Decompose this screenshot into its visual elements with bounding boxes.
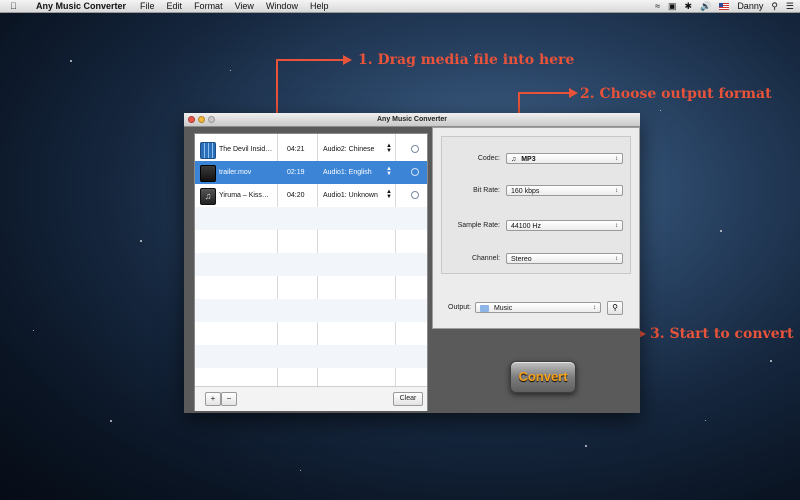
audio-track-select[interactable]: Audio1: Unknown — [323, 184, 385, 207]
list-icon[interactable]: ☰ — [786, 1, 794, 12]
file-radio[interactable] — [411, 168, 419, 176]
channel-value: Stereo — [511, 256, 532, 263]
file-duration: 02:19 — [287, 169, 305, 176]
menu-format[interactable]: Format — [194, 1, 223, 11]
menu-file[interactable]: File — [140, 1, 155, 11]
chevron-updown-icon: ↕ — [615, 256, 618, 262]
file-name: The Devil Insid… — [219, 146, 273, 153]
minimize-icon[interactable] — [198, 116, 205, 123]
chevron-updown-icon[interactable]: ▲ ▼ — [386, 189, 392, 200]
flag-icon[interactable] — [719, 2, 730, 10]
file-duration: 04:20 — [287, 192, 305, 199]
clear-button[interactable]: Clear — [393, 392, 423, 406]
annotation-step1-arrow-icon — [343, 55, 352, 65]
remove-file-button[interactable]: − — [221, 392, 237, 406]
annotation-step3: 3. Start to convert — [650, 326, 794, 342]
file-list-toolbar: + − Clear — [195, 386, 427, 411]
annotation-step2-arrow-icon — [569, 88, 578, 98]
bitrate-select[interactable]: 160 kbps ↕ — [506, 185, 623, 196]
apple-icon[interactable]:  — [10, 1, 22, 11]
chevron-updown-icon[interactable]: ▲ ▼ — [386, 166, 392, 177]
annotation-step1-line-horizontal — [276, 59, 344, 61]
mp3-icon: ♫ — [511, 156, 517, 163]
bluetooth-icon[interactable]: ✱ — [685, 1, 693, 12]
codec-select[interactable]: ♫ MP3 ↕ — [506, 153, 623, 164]
chevron-updown-icon: ↕ — [615, 223, 618, 229]
file-name: trailer.mov — [219, 169, 252, 176]
add-file-button[interactable]: + — [205, 392, 221, 406]
bitrate-value: 160 kbps — [511, 188, 540, 195]
file-radio[interactable] — [411, 145, 419, 153]
audio-track-select[interactable]: Audio2: Chinese — [323, 138, 385, 161]
menu-edit[interactable]: Edit — [167, 1, 183, 11]
convert-button[interactable]: Convert — [510, 361, 576, 393]
menu-app-name[interactable]: Any Music Converter — [36, 1, 126, 11]
movie-thumbnail-icon — [200, 165, 216, 182]
menu-extras: ≈ ▣ ✱ 🔊 Danny ⚲ ☰ — [655, 0, 794, 12]
zoom-icon[interactable] — [208, 116, 215, 123]
window-title: Any Music Converter — [376, 116, 448, 123]
spotlight-icon[interactable]: ⚲ — [771, 1, 778, 12]
file-row[interactable]: ♫ Yiruma – Kiss… 04:20 Audio1: Unknown ▲… — [195, 184, 427, 207]
menu-help[interactable]: Help — [310, 1, 329, 11]
menu-bar:  Any Music Converter File Edit Format V… — [0, 0, 800, 13]
chevron-updown-icon[interactable]: ▲ ▼ — [386, 143, 392, 154]
file-radio[interactable] — [411, 191, 419, 199]
movie-thumbnail-icon — [200, 142, 216, 159]
folder-icon — [480, 304, 489, 312]
channel-label: Channel: — [471, 255, 500, 262]
wifi-icon[interactable]: ≈ — [655, 1, 660, 11]
window-titlebar[interactable]: Any Music Converter — [184, 113, 640, 127]
chevron-updown-icon: ↕ — [593, 305, 596, 311]
output-label: Output: — [448, 304, 471, 311]
file-list[interactable]: The Devil Insid… 04:21 Audio2: Chinese ▲… — [194, 133, 428, 411]
output-value: Music — [493, 305, 513, 312]
file-row[interactable]: The Devil Insid… 04:21 Audio2: Chinese ▲… — [195, 138, 427, 161]
annotation-step1: 1. Drag media file into here — [358, 52, 575, 68]
file-name: Yiruma – Kiss… — [219, 192, 269, 199]
search-icon: ⚲ — [612, 303, 618, 312]
samplerate-value: 44100 Hz — [511, 223, 541, 230]
menu-window[interactable]: Window — [266, 1, 298, 11]
display-icon[interactable]: ▣ — [668, 1, 677, 12]
file-row[interactable]: trailer.mov 02:19 Audio1: English ▲ ▼ — [195, 161, 427, 184]
close-icon[interactable] — [188, 116, 195, 123]
browse-output-button[interactable]: ⚲ — [607, 301, 623, 315]
annotation-step2: 2. Choose output format — [580, 86, 772, 102]
volume-icon[interactable]: 🔊 — [700, 1, 711, 12]
file-duration: 04:21 — [287, 146, 305, 153]
codec-value: MP3 — [521, 156, 536, 163]
chevron-updown-icon: ↕ — [615, 156, 618, 162]
settings-panel: Codec: ♫ MP3 ↕ Bit Rate: 160 kbps ↕ Samp… — [432, 127, 640, 329]
samplerate-select[interactable]: 44100 Hz ↕ — [506, 220, 623, 231]
audio-track-select[interactable]: Audio1: English — [323, 161, 385, 184]
channel-select[interactable]: Stereo ↕ — [506, 253, 623, 264]
menu-view[interactable]: View — [235, 1, 254, 11]
user-name[interactable]: Danny — [737, 1, 763, 11]
music-note-icon: ♫ — [200, 188, 216, 205]
format-group: Codec: ♫ MP3 ↕ Bit Rate: 160 kbps ↕ Samp… — [441, 136, 631, 274]
annotation-step2-line-horizontal — [518, 92, 570, 94]
samplerate-label: Sample Rate: — [457, 222, 500, 229]
output-select[interactable]: Music ↕ — [475, 302, 601, 313]
codec-label: Codec: — [477, 155, 500, 162]
bitrate-label: Bit Rate: — [473, 187, 500, 194]
chevron-updown-icon: ↕ — [615, 188, 618, 194]
